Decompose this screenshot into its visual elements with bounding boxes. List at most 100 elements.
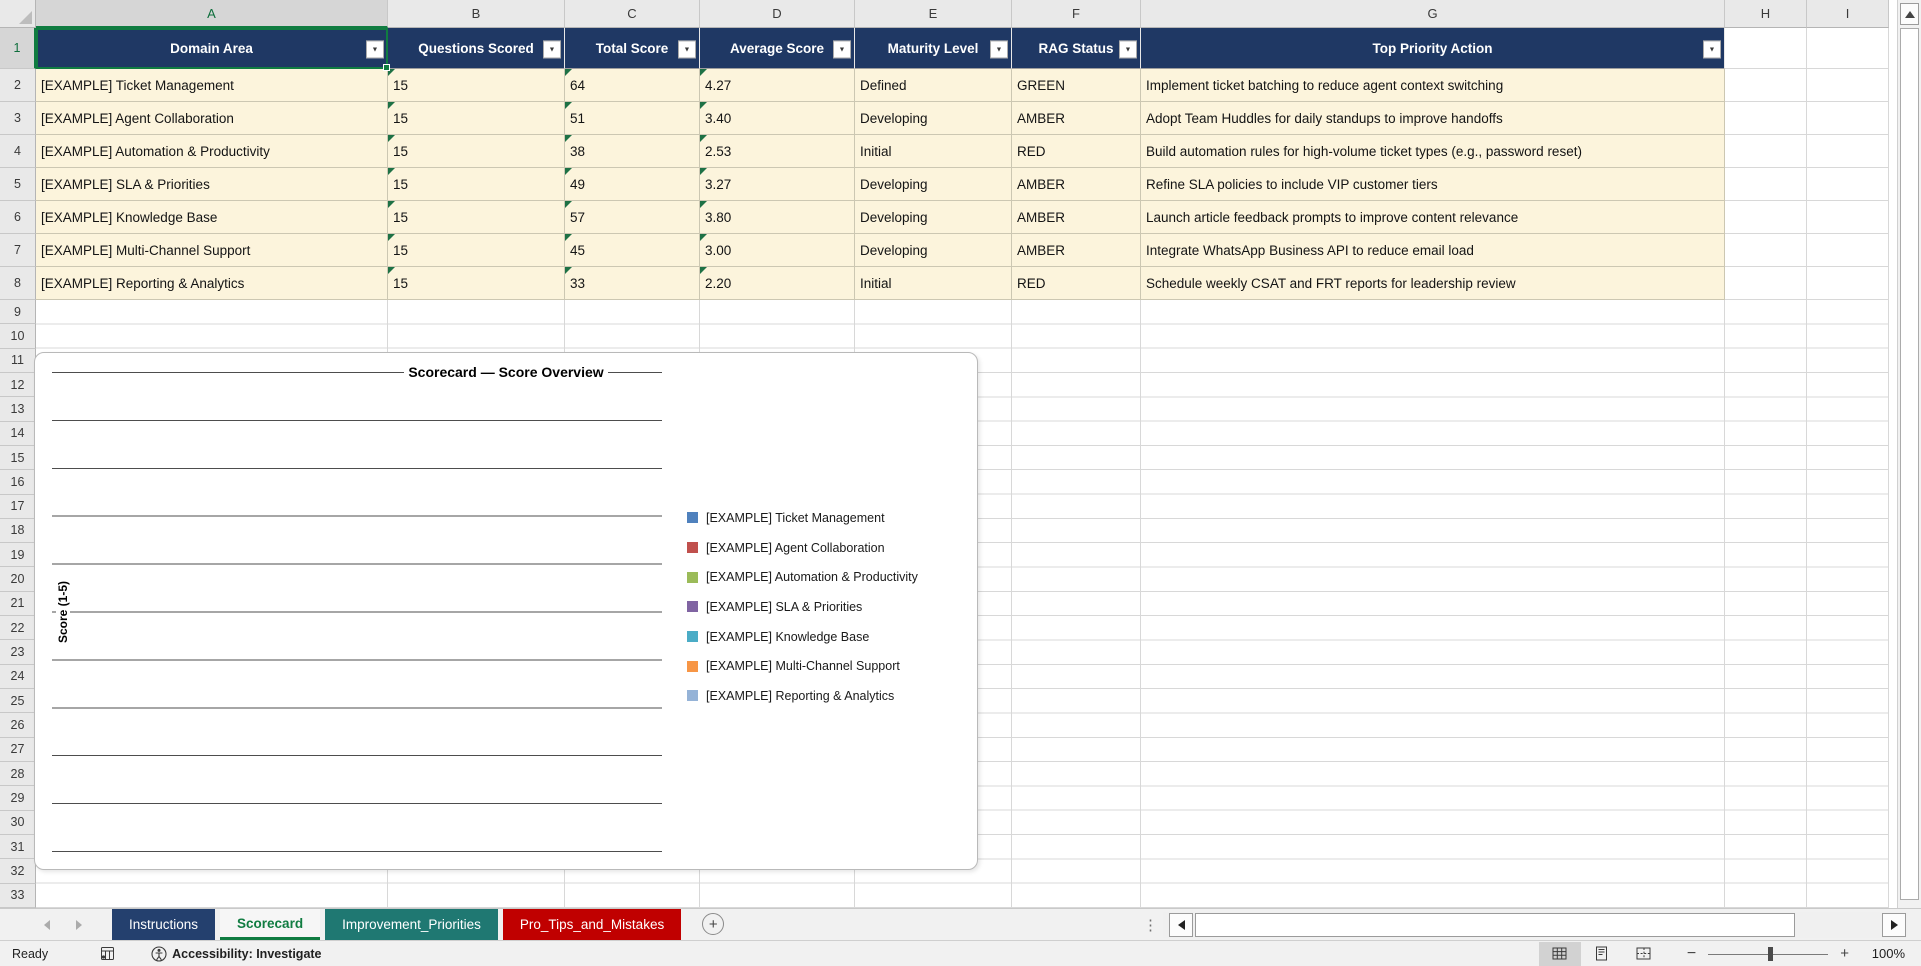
select-all-corner[interactable] [0,0,36,28]
row-header-8[interactable]: 8 [0,267,36,300]
cell-E6[interactable]: Developing [855,201,1012,234]
horizontal-scrollbar[interactable] [1163,912,1908,938]
row-header-19[interactable]: 19 [0,543,36,568]
row-header-13[interactable]: 13 [0,397,36,422]
zoom-out-button[interactable]: − [1687,945,1696,963]
row-header-11[interactable]: 11 [0,348,36,373]
filter-button-D[interactable]: ▼ [833,40,851,59]
cell-A2[interactable]: [EXAMPLE] Ticket Management [36,69,388,102]
row-header-30[interactable]: 30 [0,810,36,835]
row-header-18[interactable]: 18 [0,518,36,544]
row-header-25[interactable]: 25 [0,689,36,714]
cell-A3[interactable]: [EXAMPLE] Agent Collaboration [36,102,388,135]
cell-D2[interactable]: 4.27 [700,69,855,102]
page-break-preview-button[interactable] [1623,942,1665,966]
legend-item[interactable]: [EXAMPLE] Knowledge Base [687,622,918,652]
cell-B8[interactable]: 15 [388,267,565,300]
cell-A8[interactable]: [EXAMPLE] Reporting & Analytics [36,267,388,300]
cell-C8[interactable]: 33 [565,267,700,300]
legend-item[interactable]: [EXAMPLE] SLA & Priorities [687,592,918,622]
cell-E8[interactable]: Initial [855,267,1012,300]
cell-B2[interactable]: 15 [388,69,565,102]
row-header-14[interactable]: 14 [0,421,36,446]
column-header-H[interactable]: H [1725,0,1807,28]
vertical-scrollbar[interactable] [1897,0,1921,908]
row-header-20[interactable]: 20 [0,567,36,592]
row-header-23[interactable]: 23 [0,640,36,665]
legend-item[interactable]: [EXAMPLE] Multi-Channel Support [687,651,918,681]
cell-C2[interactable]: 64 [565,69,700,102]
cell-G2[interactable]: Implement ticket batching to reduce agen… [1141,69,1725,102]
row-header-31[interactable]: 31 [0,834,36,860]
sheet-tab-improvement_priorities[interactable]: Improvement_Priorities [325,909,498,940]
cell-F5[interactable]: AMBER [1012,168,1141,201]
cell-E4[interactable]: Initial [855,135,1012,168]
column-header-F[interactable]: F [1012,0,1141,28]
row-header-3[interactable]: 3 [0,102,36,135]
cell-A4[interactable]: [EXAMPLE] Automation & Productivity [36,135,388,168]
cell-C4[interactable]: 38 [565,135,700,168]
column-header-D[interactable]: D [700,0,855,28]
header-cell-C1[interactable]: Total Score ▼ [565,28,700,69]
cell-B5[interactable]: 15 [388,168,565,201]
cell-C6[interactable]: 57 [565,201,700,234]
cell-H7[interactable] [1725,234,1807,267]
cell-I6[interactable] [1807,201,1889,234]
header-cell-G1[interactable]: Top Priority Action ▼ [1141,28,1725,69]
row-header-26[interactable]: 26 [0,713,36,738]
cell-I4[interactable] [1807,135,1889,168]
embedded-chart[interactable]: Scorecard — Score Overview Score (1-5) [… [34,352,978,870]
cell-H3[interactable] [1725,102,1807,135]
cell-F4[interactable]: RED [1012,135,1141,168]
column-header-G[interactable]: G [1141,0,1725,28]
cell-F8[interactable]: RED [1012,267,1141,300]
cell-F6[interactable]: AMBER [1012,201,1141,234]
row-header-27[interactable]: 27 [0,737,36,762]
cell-H4[interactable] [1725,135,1807,168]
vertical-scrollbar-thumb[interactable] [1900,28,1919,900]
previous-sheet-icon[interactable] [44,919,50,930]
filter-button-E[interactable]: ▼ [990,40,1008,59]
cell-C3[interactable]: 51 [565,102,700,135]
cell-A5[interactable]: [EXAMPLE] SLA & Priorities [36,168,388,201]
zoom-in-button[interactable]: + [1840,945,1849,962]
cell-A6[interactable]: [EXAMPLE] Knowledge Base [36,201,388,234]
row-header-28[interactable]: 28 [0,761,36,787]
row-header-12[interactable]: 12 [0,372,36,398]
legend-item[interactable]: [EXAMPLE] Reporting & Analytics [687,681,918,711]
column-header-A[interactable]: A [36,0,388,28]
cell-F3[interactable]: AMBER [1012,102,1141,135]
tab-scrollbar-splitter[interactable]: ⋮ [1143,913,1158,937]
row-header-16[interactable]: 16 [0,470,36,495]
row-header-24[interactable]: 24 [0,664,36,689]
cell-I2[interactable] [1807,69,1889,102]
legend-item[interactable]: [EXAMPLE] Agent Collaboration [687,533,918,563]
scroll-up-button[interactable] [1900,3,1919,25]
cell-C5[interactable]: 49 [565,168,700,201]
cell-C7[interactable]: 45 [565,234,700,267]
normal-view-button[interactable] [1538,941,1581,966]
cell-A7[interactable]: [EXAMPLE] Multi-Channel Support [36,234,388,267]
selection-fill-handle[interactable] [383,64,390,71]
row-header-7[interactable]: 7 [0,234,36,267]
cell-H8[interactable] [1725,267,1807,300]
row-header-29[interactable]: 29 [0,786,36,811]
cell-F7[interactable]: AMBER [1012,234,1141,267]
row-header-2[interactable]: 2 [0,69,36,102]
cell-B6[interactable]: 15 [388,201,565,234]
cell-D5[interactable]: 3.27 [700,168,855,201]
filter-button-F[interactable]: ▼ [1119,40,1137,59]
row-header-17[interactable]: 17 [0,494,36,519]
column-header-B[interactable]: B [388,0,565,28]
cell-F2[interactable]: GREEN [1012,69,1141,102]
scroll-left-button[interactable] [1169,913,1193,937]
header-cell-E1[interactable]: Maturity Level ▼ [855,28,1012,69]
cell-G4[interactable]: Build automation rules for high-volume t… [1141,135,1725,168]
header-cell-A1[interactable]: Domain Area ▼ [36,28,390,71]
cell-I1[interactable] [1807,28,1889,69]
row-header-9[interactable]: 9 [0,300,36,325]
macro-record-icon[interactable] [100,946,115,961]
zoom-slider-thumb[interactable] [1768,946,1774,961]
column-header-C[interactable]: C [565,0,700,28]
filter-button-B[interactable]: ▼ [543,40,561,59]
